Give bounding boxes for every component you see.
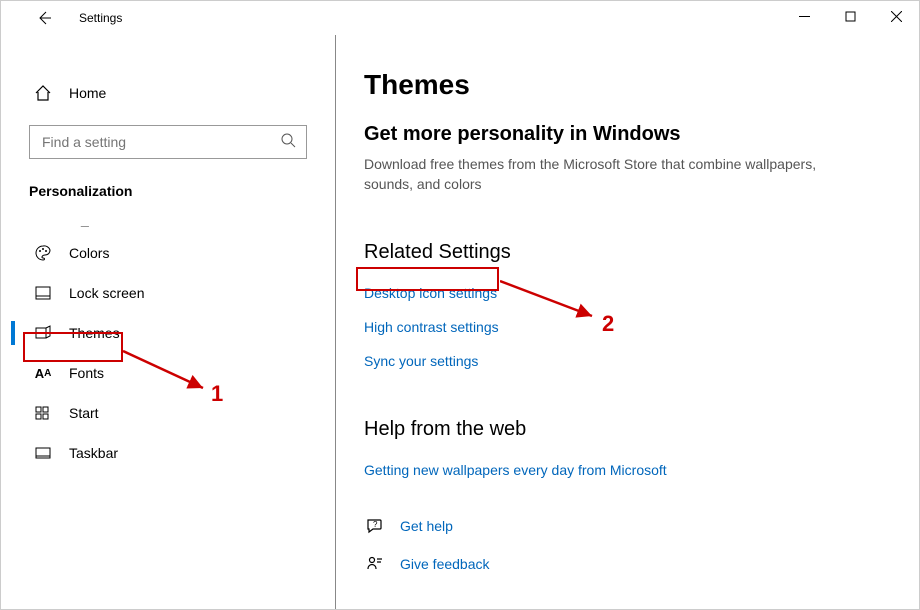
home-icon bbox=[33, 83, 53, 103]
link-help-wallpapers[interactable]: Getting new wallpapers every day from Mi… bbox=[364, 453, 885, 487]
app-title: Settings bbox=[79, 11, 122, 25]
sidebar-item-lockscreen[interactable]: Lock screen bbox=[1, 273, 335, 313]
sidebar-item-colors[interactable]: Colors bbox=[1, 233, 335, 273]
nav-label: Start bbox=[69, 405, 99, 421]
start-icon bbox=[33, 403, 53, 423]
main-pane: Themes Get more personality in Windows D… bbox=[336, 35, 919, 609]
help-from-web-title: Help from the web bbox=[364, 418, 885, 441]
related-settings-title: Related Settings bbox=[364, 241, 885, 264]
content-area: Home Personalization _ Colors Lock scree… bbox=[1, 35, 919, 609]
link-desktop-icon-settings[interactable]: Desktop icon settings bbox=[364, 276, 885, 310]
sidebar: Home Personalization _ Colors Lock scree… bbox=[1, 35, 336, 609]
taskbar-icon bbox=[33, 443, 53, 463]
sidebar-item-fonts[interactable]: AA Fonts bbox=[1, 353, 335, 393]
subheading: Get more personality in Windows bbox=[364, 123, 885, 146]
home-label: Home bbox=[69, 85, 106, 101]
back-button[interactable] bbox=[29, 3, 59, 33]
link-high-contrast-settings[interactable]: High contrast settings bbox=[364, 310, 885, 344]
get-help-link[interactable]: ? Get help bbox=[364, 507, 885, 545]
minimize-button[interactable] bbox=[781, 1, 827, 31]
close-button[interactable] bbox=[873, 1, 919, 31]
fonts-icon: AA bbox=[33, 363, 53, 383]
give-feedback-link[interactable]: Give feedback bbox=[364, 545, 885, 583]
search-box[interactable] bbox=[29, 125, 307, 159]
nav-label: Colors bbox=[69, 245, 109, 261]
sidebar-item-start[interactable]: Start bbox=[1, 393, 335, 433]
home-nav[interactable]: Home bbox=[1, 75, 335, 111]
palette-icon bbox=[33, 243, 53, 263]
description: Download free themes from the Microsoft … bbox=[364, 154, 869, 195]
themes-icon bbox=[33, 323, 53, 343]
get-help-label: Get help bbox=[400, 518, 453, 534]
nav-label: Fonts bbox=[69, 365, 104, 381]
sidebar-item-themes[interactable]: Themes bbox=[1, 313, 335, 353]
search-icon bbox=[280, 132, 296, 153]
title-bar: Settings bbox=[1, 1, 919, 35]
section-label: Personalization bbox=[1, 177, 335, 205]
give-feedback-label: Give feedback bbox=[400, 556, 490, 572]
window-controls bbox=[781, 1, 919, 31]
page-title: Themes bbox=[364, 69, 885, 101]
nav-label: Lock screen bbox=[69, 285, 144, 301]
nav-label: Taskbar bbox=[69, 445, 118, 461]
sidebar-item-partial[interactable]: _ bbox=[1, 205, 335, 233]
feedback-icon bbox=[364, 553, 386, 575]
maximize-button[interactable] bbox=[827, 1, 873, 31]
lockscreen-icon bbox=[33, 283, 53, 303]
help-icon: ? bbox=[364, 515, 386, 537]
link-sync-your-settings[interactable]: Sync your settings bbox=[364, 344, 885, 378]
nav-label: Themes bbox=[69, 325, 120, 341]
sidebar-item-taskbar[interactable]: Taskbar bbox=[1, 433, 335, 473]
search-input[interactable] bbox=[40, 133, 258, 151]
svg-text:?: ? bbox=[373, 520, 378, 529]
